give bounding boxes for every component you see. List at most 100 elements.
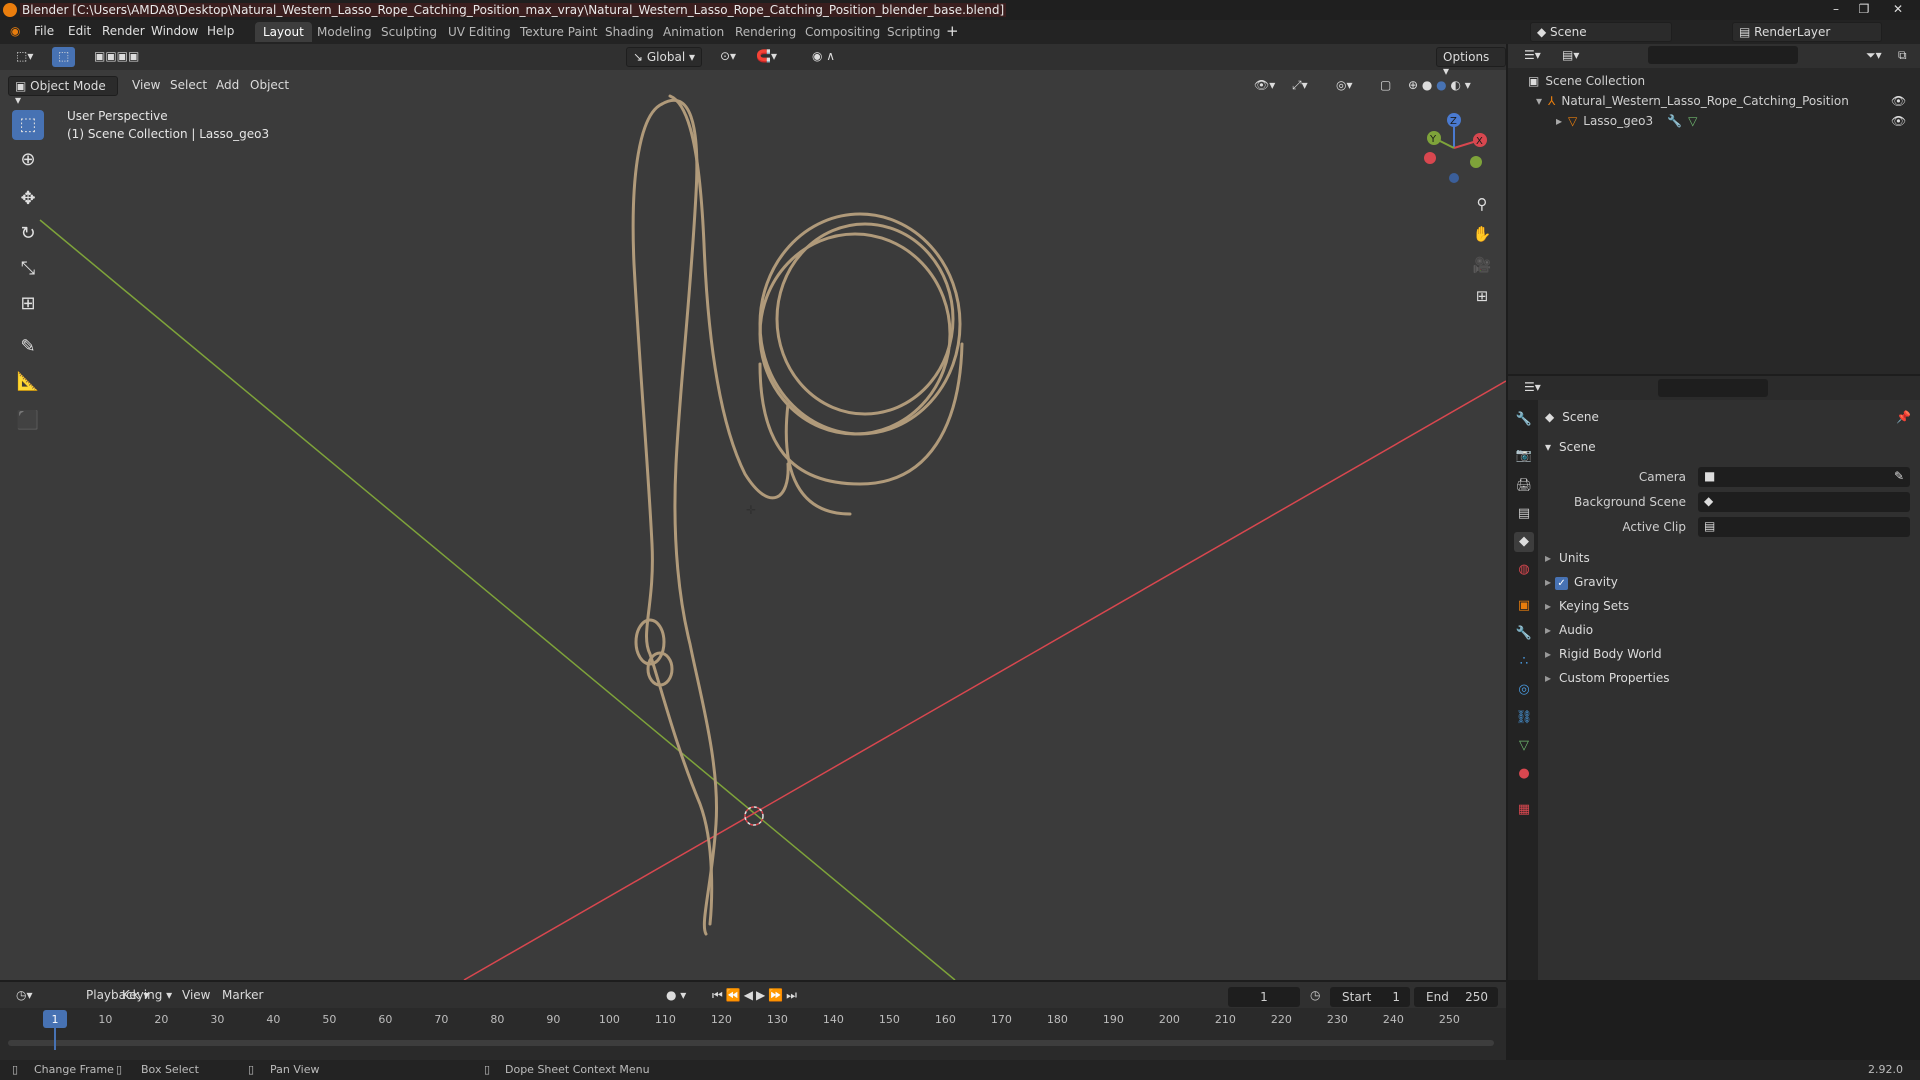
gravity-checkbox[interactable]: ✓ xyxy=(1555,577,1569,590)
audio-panel-header[interactable]: ▸ Audio xyxy=(1545,623,1593,637)
overlay-toggle-icon[interactable]: ◎▾ xyxy=(1330,76,1359,96)
editor-type-icon[interactable]: ⬚▾ xyxy=(10,47,39,67)
rotate-icon[interactable]: ↻ xyxy=(12,219,44,249)
units-panel-header[interactable]: ▸ Units xyxy=(1545,551,1590,565)
menu-window[interactable]: Window xyxy=(151,24,198,38)
data-tab-icon[interactable]: ▽ xyxy=(1514,736,1534,756)
properties-editor-icon[interactable]: ☰▾ xyxy=(1518,378,1547,398)
output-tab-icon[interactable]: 🖨 xyxy=(1514,476,1534,496)
tab-animation[interactable]: Animation xyxy=(655,22,732,42)
gizmo-toggle-icon[interactable]: ⤢▾ xyxy=(1286,76,1314,96)
scene-tab-icon[interactable]: ◆ xyxy=(1514,532,1534,552)
menu-add[interactable]: Add xyxy=(210,76,245,96)
gravity-panel-header[interactable]: ▸ ✓ Gravity xyxy=(1545,575,1618,590)
eye-icon[interactable]: 👁 xyxy=(1891,114,1906,128)
material-tab-icon[interactable]: ● xyxy=(1514,764,1534,784)
mode-selector[interactable]: ▣ Object Mode ▾ xyxy=(8,76,118,107)
tab-modeling[interactable]: Modeling xyxy=(309,22,380,42)
add-cube-icon[interactable]: ⬛ xyxy=(12,406,44,436)
scene-selector[interactable]: ◆ Scene xyxy=(1530,22,1672,42)
navigation-gizmo[interactable]: Z X Y xyxy=(1410,108,1490,188)
end-frame-field[interactable]: End 250 xyxy=(1414,987,1498,1007)
menu-view[interactable]: View xyxy=(126,76,166,96)
render-tab-icon[interactable]: 📷 xyxy=(1514,446,1534,466)
selection-modes-icon[interactable]: ▣▣▣▣ xyxy=(88,47,145,67)
timeline-editor-icon[interactable]: ◷▾ xyxy=(10,986,39,1006)
menu-help[interactable]: Help xyxy=(207,24,234,38)
menu-file[interactable]: File xyxy=(34,24,54,38)
menu-timeline-view[interactable]: View xyxy=(176,986,216,1006)
camera-view-icon[interactable]: 🎥 xyxy=(1470,253,1494,277)
restore-icon[interactable]: ❐ xyxy=(1852,0,1876,18)
transform-orientation-selector[interactable]: ↘ Global ▾ xyxy=(626,47,702,67)
modifier-tab-icon[interactable]: 🔧 xyxy=(1514,624,1534,644)
menu-marker[interactable]: Marker xyxy=(216,986,269,1006)
move-icon[interactable]: ✥ xyxy=(12,184,44,214)
object-tab-icon[interactable]: ▣ xyxy=(1514,596,1534,616)
close-icon[interactable]: ✕ xyxy=(1880,0,1916,18)
constraints-tab-icon[interactable]: ⛓ xyxy=(1514,708,1534,728)
camera-field[interactable]: ■ ✎ xyxy=(1698,467,1910,487)
scale-icon[interactable]: ⤡ xyxy=(12,254,44,284)
view-layer-selector[interactable]: ▤ RenderLayer xyxy=(1732,22,1882,42)
current-frame-field[interactable]: 1 xyxy=(1228,987,1300,1007)
background-scene-field[interactable]: ◆ xyxy=(1698,492,1910,512)
preview-range-icon[interactable]: ◷ xyxy=(1310,988,1320,1002)
particles-tab-icon[interactable]: ∴ xyxy=(1514,652,1534,672)
pivot-icon[interactable]: ⊙▾ xyxy=(714,47,742,67)
measure-icon[interactable]: 📐 xyxy=(12,367,44,397)
tool-tab-icon[interactable]: 🔧 xyxy=(1514,410,1534,430)
tab-compositing[interactable]: Compositing xyxy=(797,22,888,42)
tab-scripting[interactable]: Scripting xyxy=(879,22,948,42)
outliner-item-mesh[interactable]: ▸ ▽ Lasso_geo3 🔧 ▽ 👁 xyxy=(1556,114,1920,128)
rigid-body-panel-header[interactable]: ▸ Rigid Body World xyxy=(1545,647,1662,661)
eyedropper-icon[interactable]: ✎ xyxy=(1894,469,1904,483)
view-layer-tab-icon[interactable]: ▤ xyxy=(1514,504,1534,524)
scene-panel-header[interactable]: ▾ Scene xyxy=(1545,440,1596,454)
auto-keying-icon[interactable]: ● ▾ xyxy=(660,986,692,1006)
outliner-root-row[interactable]: ▣ Scene Collection xyxy=(1528,74,1645,88)
world-tab-icon[interactable]: ◍ xyxy=(1514,560,1534,580)
annotate-icon[interactable]: ✎ xyxy=(12,332,44,362)
menu-keying[interactable]: Keying ▾ xyxy=(116,986,178,1006)
custom-properties-panel-header[interactable]: ▸ Custom Properties xyxy=(1545,671,1669,685)
tab-uv-editing[interactable]: UV Editing xyxy=(440,22,519,42)
visibility-icon[interactable]: 👁▾ xyxy=(1248,76,1281,96)
eye-icon[interactable]: 👁 xyxy=(1891,94,1906,108)
tab-texture-paint[interactable]: Texture Paint xyxy=(512,22,605,42)
menu-edit[interactable]: Edit xyxy=(68,24,91,38)
keying-sets-panel-header[interactable]: ▸ Keying Sets xyxy=(1545,599,1629,613)
outliner-editor-icon[interactable]: ☰▾ xyxy=(1518,46,1547,66)
blender-menu-icon[interactable]: ◉ xyxy=(10,24,20,38)
add-workspace-icon[interactable]: + xyxy=(946,22,959,40)
active-clip-field[interactable]: ▤ xyxy=(1698,517,1910,537)
ortho-grid-icon[interactable]: ⊞ xyxy=(1470,284,1494,308)
menu-object[interactable]: Object xyxy=(244,76,295,96)
select-box-icon[interactable]: ⬚ xyxy=(12,110,44,140)
physics-tab-icon[interactable]: ◎ xyxy=(1514,680,1534,700)
start-frame-field[interactable]: Start 1 xyxy=(1330,987,1410,1007)
proportional-edit-icon[interactable]: ◉ ∧ xyxy=(806,47,841,67)
properties-search-input[interactable] xyxy=(1658,379,1768,397)
tab-layout[interactable]: Layout xyxy=(255,22,312,42)
options-dropdown[interactable]: Options ▾ xyxy=(1436,47,1506,78)
texture-tab-icon[interactable]: ▦ xyxy=(1514,800,1534,820)
shading-modes-icon[interactable]: ⊕ ● ● ◐ ▾ xyxy=(1402,76,1492,96)
menu-render[interactable]: Render xyxy=(102,24,145,38)
timeline-scrollbar[interactable] xyxy=(8,1040,1494,1046)
outliner-item-empty[interactable]: ▾ ⅄ Natural_Western_Lasso_Rope_Catching_… xyxy=(1536,94,1920,108)
new-collection-icon[interactable]: ⧉ xyxy=(1892,46,1913,66)
pin-icon[interactable]: 📌 xyxy=(1896,410,1911,424)
display-mode-icon[interactable]: ▤▾ xyxy=(1556,46,1585,66)
playback-controls-icon[interactable]: ⏮⏪◀▶⏩⏭ xyxy=(706,986,806,1006)
menu-select[interactable]: Select xyxy=(164,76,213,96)
3d-viewport[interactable]: ✛ xyxy=(0,44,1506,980)
tab-sculpting[interactable]: Sculpting xyxy=(373,22,445,42)
outliner-search-input[interactable] xyxy=(1648,46,1798,64)
tab-rendering[interactable]: Rendering xyxy=(727,22,804,42)
tab-shading[interactable]: Shading xyxy=(597,22,662,42)
filter-icon[interactable]: ⏷▾ xyxy=(1860,46,1888,66)
xray-icon[interactable]: ▢ xyxy=(1374,76,1397,96)
transform-icon[interactable]: ⊞ xyxy=(12,289,44,319)
pan-hand-icon[interactable]: ✋ xyxy=(1470,222,1494,246)
